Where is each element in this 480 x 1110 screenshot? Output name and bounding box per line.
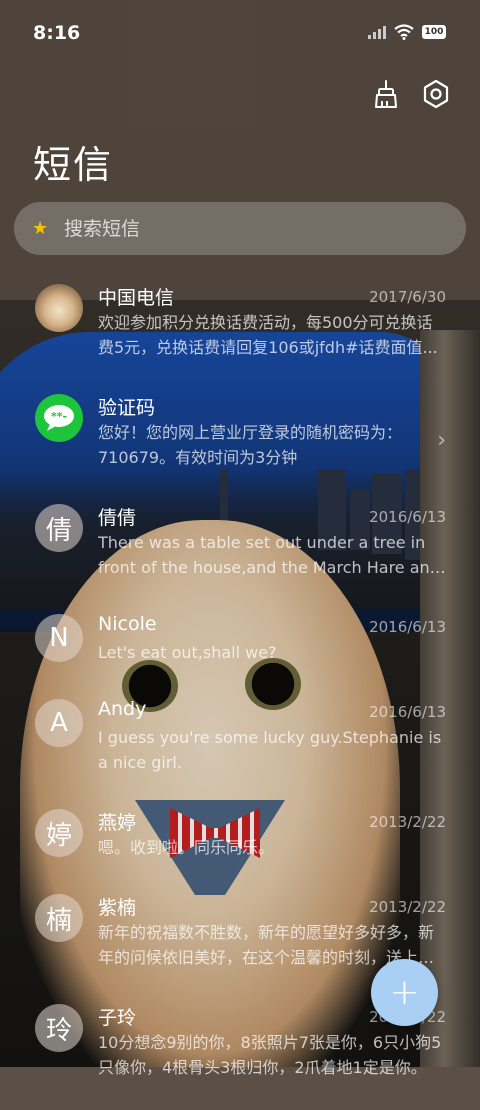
contact-name: 子玲: [98, 1007, 137, 1029]
avatar: [35, 284, 83, 332]
message-snippet: 欢迎参加积分兑换话费活动，每500分可兑换话费5元，兑换话费请回复106或jfd…: [98, 313, 438, 357]
avatar: A: [35, 699, 83, 747]
conversation-item[interactable]: 婷 燕婷 2013/2/22 嗯。收到啦。同乐同乐。: [0, 805, 480, 890]
status-time: 8:16: [33, 22, 81, 44]
battery-icon: 100: [422, 25, 446, 39]
page-title: 短信: [33, 143, 114, 187]
new-message-button[interactable]: +: [371, 959, 438, 1026]
contact-name: 紫楠: [98, 897, 137, 919]
contact-name: 燕婷: [98, 812, 137, 834]
message-date: 2016/6/13: [369, 703, 446, 721]
message-icon: **-: [35, 394, 83, 442]
message-date: 2016/6/13: [369, 618, 446, 636]
contact-name: 中国电信: [98, 287, 175, 309]
star-icon: ★: [32, 217, 49, 239]
message-snippet: I guess you're some lucky guy.Stephanie …: [98, 728, 442, 772]
conversation-item[interactable]: 倩 倩倩 2016/6/13 There was a table set out…: [0, 500, 480, 610]
avatar: 玲: [35, 1004, 83, 1052]
avatar: 倩: [35, 504, 83, 552]
avatar: N: [35, 614, 83, 662]
svg-text:**-: **-: [51, 410, 67, 423]
message-snippet: 嗯。收到啦。同乐同乐。: [98, 838, 275, 857]
contact-name: 验证码: [98, 397, 156, 419]
avatar: 楠: [35, 894, 83, 942]
conversation-item[interactable]: **- 验证码 您好！您的网上营业厅登录的随机密码为：710679。有效时间为3…: [0, 390, 480, 500]
signal-icon: [368, 25, 386, 39]
avatar: 婷: [35, 809, 83, 857]
search-bar[interactable]: ★: [14, 202, 466, 255]
message-date: 2013/2/22: [369, 898, 446, 916]
message-snippet: There was a table set out under a tree i…: [98, 533, 440, 577]
chevron-right-icon: ›: [437, 428, 446, 453]
gear-icon[interactable]: [420, 78, 452, 110]
message-date: 2017/6/30: [369, 288, 446, 306]
message-snippet: Let's eat out,shall we?: [98, 643, 277, 662]
conversation-item[interactable]: 中国电信 2017/6/30 欢迎参加积分兑换话费活动，每500分可兑换话费5元…: [0, 280, 480, 390]
message-snippet: 您好！您的网上营业厅登录的随机密码为：710679。有效时间为3分钟: [98, 423, 403, 467]
conversation-item[interactable]: A Andy 2016/6/13 I guess you're some luc…: [0, 695, 480, 805]
contact-name: 倩倩: [98, 507, 137, 529]
message-date: 2016/6/13: [369, 508, 446, 526]
search-input[interactable]: [62, 216, 426, 241]
contact-name: Nicole: [98, 613, 157, 635]
status-bar: 8:16 100: [0, 0, 480, 68]
conversation-item[interactable]: N Nicole 2016/6/13 Let's eat out,shall w…: [0, 610, 480, 695]
wifi-icon: [394, 24, 414, 40]
broom-icon[interactable]: [370, 78, 402, 110]
message-date: 2013/2/22: [369, 813, 446, 831]
contact-name: Andy: [98, 698, 147, 720]
message-snippet: 10分想念9别的你，8张照片7张是你，6只小狗5只像你，4根骨头3根归你，2爪着…: [98, 1033, 442, 1077]
